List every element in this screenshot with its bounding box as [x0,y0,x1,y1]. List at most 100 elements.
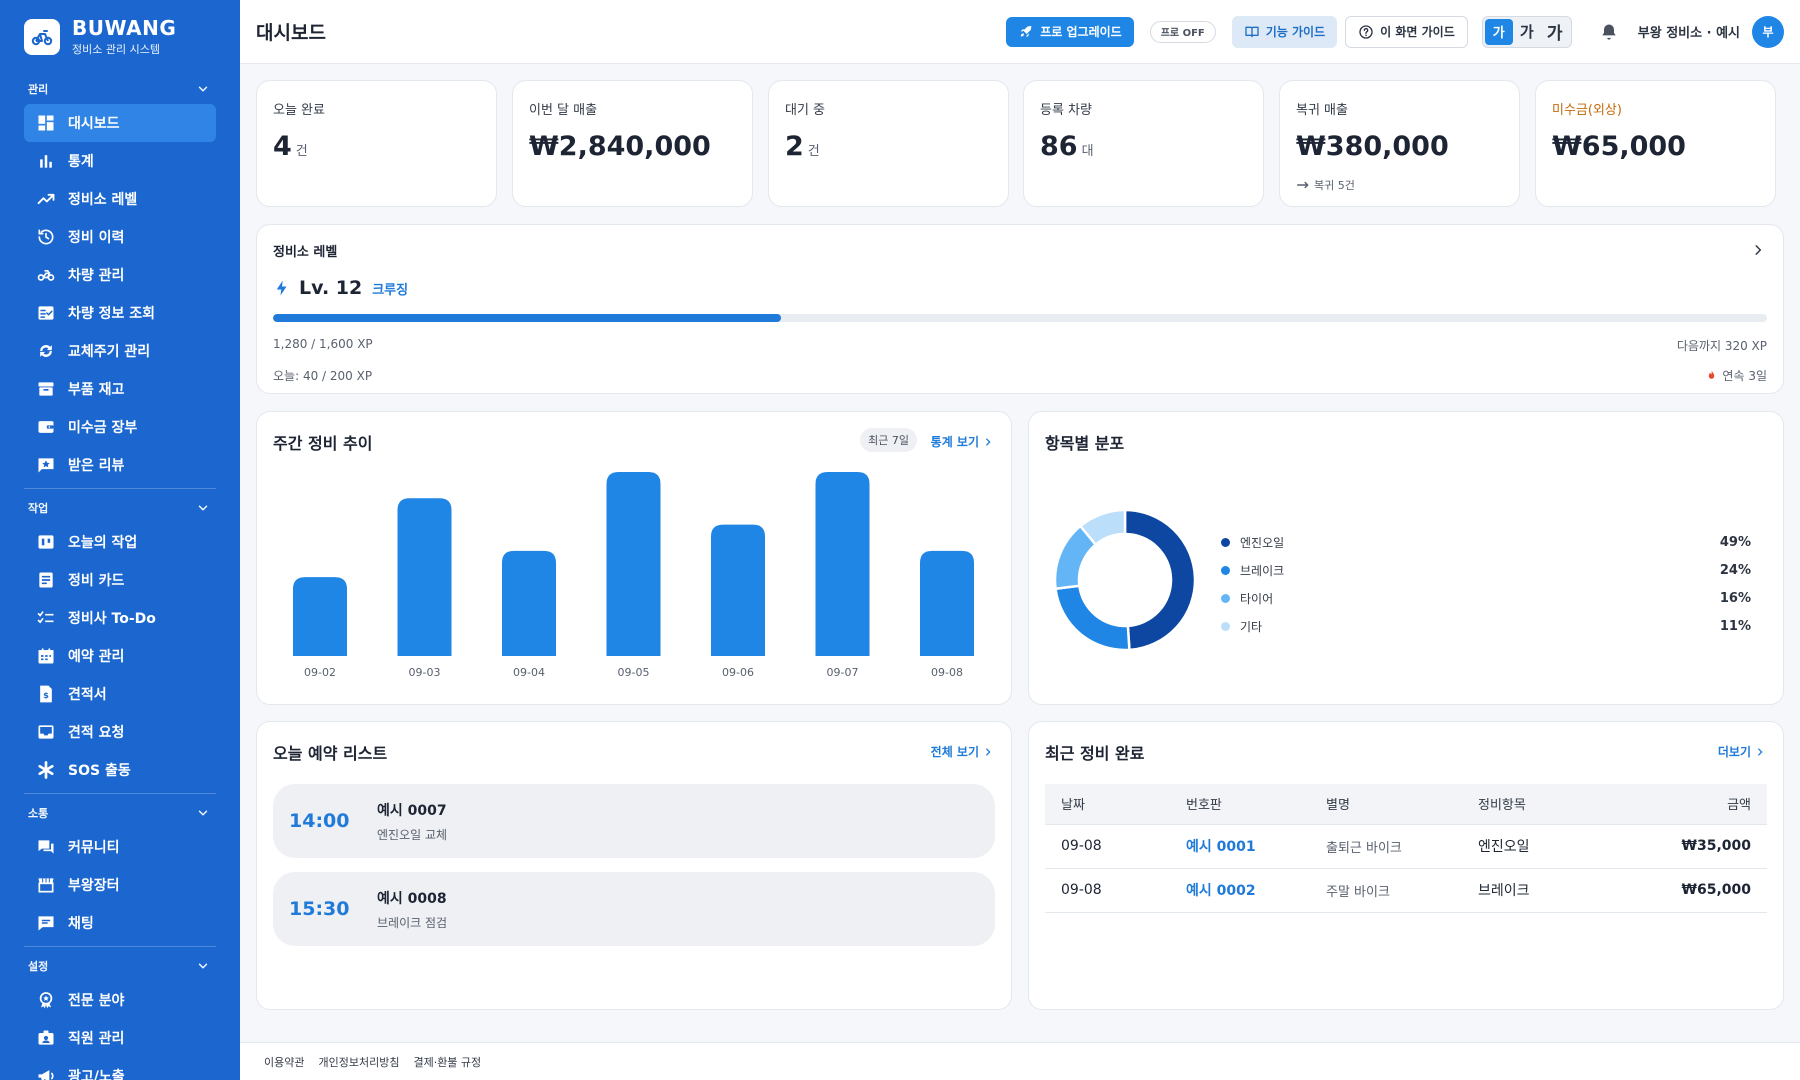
sidebar-item[interactable]: 정비소 레벨 [24,180,216,218]
brand-logo-icon [24,19,60,55]
sidebar-item[interactable]: 정비사 To-Do [24,599,216,637]
bell-icon[interactable] [1598,21,1620,43]
kpi-card[interactable]: 미수금(외상) ₩65,000 [1535,80,1776,207]
chart-bar[interactable] [711,524,765,656]
legend-percent: 49% [1719,534,1751,550]
sidebar-item[interactable]: 대시보드 [24,104,216,142]
donut-slice[interactable] [1054,584,1131,652]
motorcycle-icon [36,265,56,285]
chart-bar[interactable] [502,550,556,656]
sidebar-item[interactable]: SOS 출동 [24,751,216,789]
kpi-label: 미수금(외상) [1552,103,1622,118]
reservation-item[interactable]: 14:00 예시 0007 엔진오일 교체 [273,784,995,858]
sidebar-section-header[interactable]: 작업 [0,493,240,523]
sidebar-item[interactable]: 전문 분야 [24,981,216,1019]
sidebar-section-header[interactable]: 관리 [0,74,240,104]
footer-refund-link[interactable]: 결제·환불 규정 [413,1054,481,1070]
sidebar-item-label: 커뮤니티 [68,840,120,856]
chart-bar[interactable] [920,550,974,656]
reservation-time: 14:00 [289,810,350,832]
reservations-card: 오늘 예약 리스트 전체 보기 14:00 예시 0007 엔진오일 교체 15… [256,721,1012,1010]
level-rank: 크루징 [372,282,409,298]
chart-bar[interactable] [293,577,347,656]
xp-next-text: 다음까지 320 XP [1676,339,1767,353]
recent-more-link[interactable]: 더보기 [1718,743,1765,760]
chart-bar[interactable] [397,498,452,656]
reservations-view-all-link[interactable]: 전체 보기 [931,743,993,760]
sidebar-item[interactable]: 채팅 [24,904,216,942]
chevron-down-icon [198,505,208,511]
sidebar-item[interactable]: 차량 관리 [24,256,216,294]
cell-date: 09-08 [1045,868,1170,913]
chevron-right-icon [986,747,991,756]
feature-guide-button[interactable]: 기능 가이드 [1231,15,1338,48]
chevron-right-icon[interactable] [1751,243,1765,257]
sidebar-item[interactable]: 광고/노출 [24,1057,216,1080]
sidebar-item[interactable]: 부왕장터 [24,866,216,904]
legend-percent: 24% [1719,562,1751,578]
sidebar-item[interactable]: 오늘의 작업 [24,523,216,561]
level-card[interactable]: 정비소 레벨 Lv. 12 크루징 1,280 / 1,600 XP 다음까지 … [256,224,1784,394]
sidebar-item[interactable]: 받은 리뷰 [24,446,216,484]
brand[interactable]: BUWANG 정비소 관리 시스템 [0,0,240,74]
kpi-label: 등록 차량 [1040,103,1092,118]
cell-plate-link[interactable]: 예시 0001 [1170,824,1310,869]
kpi-card[interactable]: 오늘 완료 4 건 [256,80,497,207]
footer-terms-link[interactable]: 이용약관 [264,1054,304,1070]
legend-name: 브레이크 [1240,563,1285,578]
inbox-icon [36,722,56,742]
sidebar-section-header[interactable]: 설정 [0,951,240,981]
sidebar-item[interactable]: 차량 정보 조회 [24,294,216,332]
sidebar-item[interactable]: 통계 [24,142,216,180]
trending-up-icon [36,189,56,209]
reservation-desc: 엔진오일 교체 [377,827,448,842]
donut-slice[interactable] [1123,508,1197,652]
forum-icon [36,837,56,857]
kpi-card[interactable]: 이번 달 매출 ₩2,840,000 [512,80,753,207]
cell-plate-link[interactable]: 예시 0002 [1170,868,1310,913]
font-size-medium-button[interactable]: 가 [1513,19,1541,45]
sidebar-section-header[interactable]: 소통 [0,798,240,828]
sidebar-item[interactable]: 부품 재고 [24,370,216,408]
col-nickname: 별명 [1310,784,1462,825]
user-name[interactable]: 부왕 정비소 · 예시 [1638,22,1740,41]
table-row[interactable]: 09-08 예시 0002 주말 바이크 브레이크 ₩65,000 [1045,868,1767,913]
sidebar-item[interactable]: $ 견적서 [24,675,216,713]
sidebar-item[interactable]: 미수금 장부 [24,408,216,446]
sidebar-item[interactable]: 정비 카드 [24,561,216,599]
screen-guide-button[interactable]: 이 화면 가이드 [1345,15,1468,48]
sidebar-item[interactable]: 직원 관리 [24,1019,216,1057]
pro-status-badge[interactable]: 프로 OFF [1149,20,1216,43]
sidebar-item[interactable]: 커뮤니티 [24,828,216,866]
pro-upgrade-button[interactable]: 프로 업그레이드 [1006,16,1134,47]
stats-link[interactable]: 통계 보기 [931,433,993,450]
sidebar-item[interactable]: 견적 요청 [24,713,216,751]
sidebar-item[interactable]: 정비 이력 [24,218,216,256]
sidebar-item[interactable]: 교체주기 관리 [24,332,216,370]
reservation-desc: 브레이크 점검 [377,915,448,930]
legend-name: 기타 [1240,619,1263,634]
reservation-item[interactable]: 15:30 예시 0008 브레이크 점검 [273,872,995,946]
footer-privacy-link[interactable]: 개인정보처리방침 [318,1054,399,1070]
sidebar-item-label: 정비 이력 [68,230,125,246]
table-row[interactable]: 09-08 예시 0001 출퇴근 바이크 엔진오일 ₩35,000 [1045,824,1767,869]
font-size-small-button[interactable]: 가 [1484,18,1513,45]
kpi-card[interactable]: 복귀 매출 ₩380,000 복귀 5건 [1279,80,1520,207]
sidebar-nav: 관리 대시보드통계정비소 레벨정비 이력차량 관리 차량 정보 조회 교체주기 관리부… [0,74,240,1080]
font-size-large-button[interactable]: 가 [1541,19,1569,45]
kpi-card[interactable]: 등록 차량 86 대 [1023,80,1264,207]
cell-service: 브레이크 [1462,868,1584,913]
avatar[interactable]: 부 [1752,15,1784,48]
sidebar-item-label: 채팅 [68,916,94,932]
sidebar-item-label: 통계 [68,154,94,170]
col-plate: 번호판 [1170,784,1310,825]
sidebar-item[interactable]: 예약 관리 [24,637,216,675]
chart-bar[interactable] [606,472,661,656]
range-pill[interactable]: 최근 7일 [860,428,917,452]
sidebar-item-label: 부품 재고 [68,382,125,398]
kpi-card[interactable]: 대기 중 2건 [768,80,1009,207]
chart-bar[interactable] [815,472,870,656]
reservation-name: 예시 0007 [377,802,447,819]
col-service: 정비항목 [1462,784,1584,825]
cell-nickname: 주말 바이크 [1310,868,1462,913]
